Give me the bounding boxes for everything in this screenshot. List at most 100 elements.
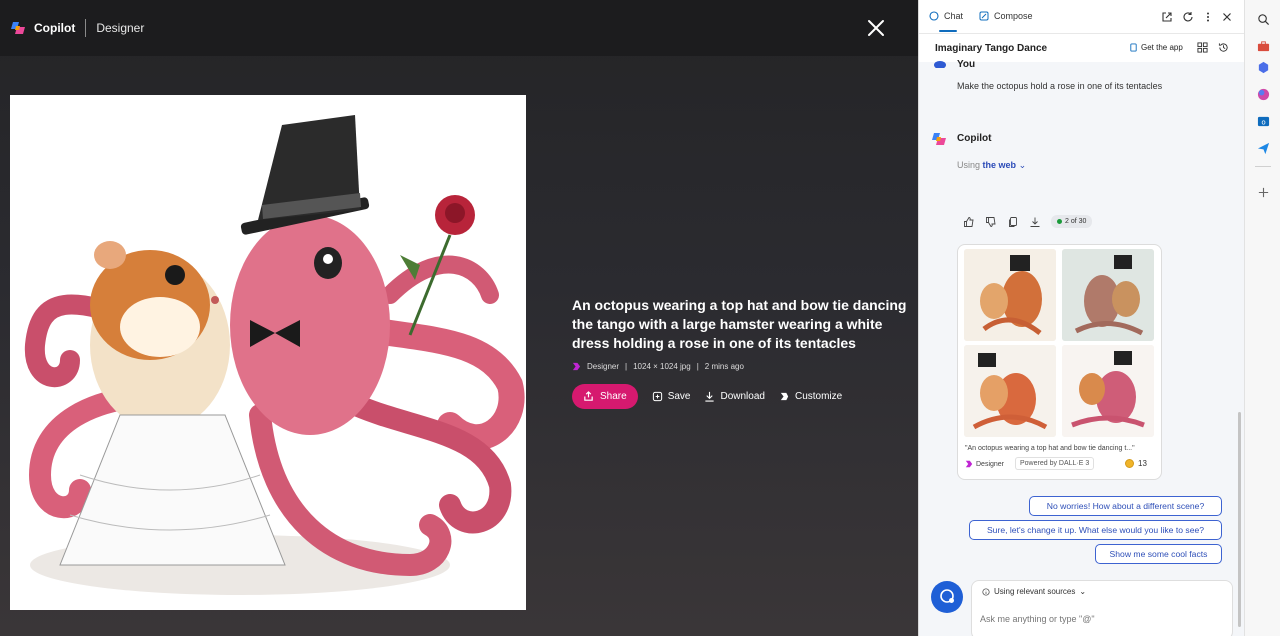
add-icon[interactable] bbox=[1257, 186, 1270, 199]
apps-grid-icon[interactable] bbox=[1197, 42, 1208, 53]
copilot-logo-icon bbox=[932, 133, 946, 145]
image-actions: Share Save Download Customize bbox=[572, 384, 842, 409]
share-button[interactable]: Share bbox=[572, 384, 638, 409]
thumbs-down-icon[interactable] bbox=[985, 216, 997, 228]
tab-chat-label: Chat bbox=[944, 11, 964, 21]
open-in-new-icon[interactable] bbox=[1161, 11, 1173, 23]
chat-thread: You Make the octopus hold a rose in one … bbox=[919, 59, 1244, 636]
download-icon bbox=[705, 391, 715, 402]
get-app-button[interactable]: Get the app bbox=[1129, 43, 1183, 52]
boost-coin-icon bbox=[1125, 459, 1134, 468]
suggestion-chip[interactable]: Show me some cool facts bbox=[1095, 544, 1222, 564]
thumbnail-image bbox=[1062, 249, 1154, 341]
save-icon bbox=[652, 391, 662, 402]
search-icon[interactable] bbox=[1257, 13, 1270, 26]
boost-count: 13 bbox=[1138, 459, 1147, 468]
image-meta: Designer | 1024 × 1024 jpg | 2 mins ago bbox=[572, 362, 744, 371]
sources-dropdown[interactable]: Using relevant sources ⌄ bbox=[982, 587, 1086, 596]
thumbnail-image bbox=[1062, 345, 1154, 437]
using-web-toggle[interactable]: Using the web ⌄ bbox=[957, 160, 1026, 171]
brand: Copilot Designer bbox=[10, 19, 144, 37]
tools-icon[interactable] bbox=[1257, 40, 1270, 53]
generated-image[interactable] bbox=[10, 95, 526, 610]
image-caption: An octopus wearing a top hat and bow tie… bbox=[572, 297, 907, 351]
viewer-header: Copilot Designer bbox=[0, 0, 918, 56]
meta-source: Designer bbox=[587, 362, 620, 371]
new-topic-button[interactable] bbox=[931, 581, 963, 613]
share-label: Share bbox=[600, 391, 627, 402]
copilot-logo-icon bbox=[11, 22, 25, 34]
user-avatar-icon bbox=[934, 61, 946, 68]
brand-divider bbox=[85, 19, 87, 37]
suggestion-chip[interactable]: No worries! How about a different scene? bbox=[1029, 496, 1222, 516]
product-name: Designer bbox=[96, 21, 145, 35]
tab-compose[interactable]: Compose bbox=[979, 11, 1033, 21]
suggestion-chip[interactable]: Sure, let's change it up. What else woul… bbox=[969, 520, 1222, 540]
sidebar-divider bbox=[1255, 166, 1271, 167]
powered-by-badge: Powered by DALL·E 3 bbox=[1015, 457, 1095, 470]
designer-link[interactable]: Designer bbox=[965, 460, 1004, 468]
response-count: 2 of 30 bbox=[1065, 218, 1087, 225]
compose-icon bbox=[979, 11, 989, 21]
chevron-down-icon: ⌄ bbox=[1079, 587, 1087, 596]
using-prefix: Using bbox=[957, 160, 981, 170]
user-message: Make the octopus hold a rose in one of i… bbox=[957, 81, 1163, 91]
browser-sidebar: o bbox=[1244, 0, 1280, 636]
download-label: Download bbox=[720, 391, 765, 402]
customize-icon bbox=[780, 392, 789, 401]
svg-text:o: o bbox=[1261, 117, 1265, 126]
meta-dimensions: 1024 × 1024 jpg bbox=[633, 362, 691, 371]
boost-counter: 13 bbox=[1125, 459, 1147, 468]
designer-viewer: Copilot Designer ‹ bbox=[0, 0, 918, 636]
customize-button[interactable]: Customize bbox=[779, 391, 842, 402]
sources-label: Using relevant sources bbox=[994, 587, 1076, 596]
close-icon[interactable] bbox=[1221, 11, 1233, 23]
thumbnail-image bbox=[964, 249, 1056, 341]
designer-label: Designer bbox=[976, 460, 1005, 468]
new-topic-icon bbox=[940, 589, 954, 603]
share-icon bbox=[584, 391, 593, 401]
more-options-icon[interactable] bbox=[1202, 11, 1214, 23]
image-thumbnail[interactable] bbox=[964, 345, 1056, 437]
info-icon bbox=[982, 587, 990, 596]
tab-compose-label: Compose bbox=[994, 11, 1033, 21]
history-icon[interactable] bbox=[1218, 42, 1229, 53]
chat-scrollbar[interactable] bbox=[1238, 412, 1241, 627]
save-button[interactable]: Save bbox=[652, 391, 691, 402]
brand-name: Copilot bbox=[34, 21, 76, 35]
designer-logo-icon bbox=[572, 362, 581, 371]
active-tab-indicator bbox=[939, 30, 957, 32]
close-icon[interactable] bbox=[864, 16, 888, 40]
copilot-icon[interactable] bbox=[1257, 88, 1270, 101]
compose-box: Using relevant sources ⌄ bbox=[971, 580, 1233, 636]
outlook-icon[interactable]: o bbox=[1257, 115, 1270, 128]
designer-logo-icon bbox=[965, 460, 973, 468]
card-caption: "An octopus wearing a top hat and bow ti… bbox=[965, 445, 1135, 452]
conversation-title: Imaginary Tango Dance bbox=[935, 43, 1048, 54]
copy-icon[interactable] bbox=[1007, 216, 1019, 228]
microsoft-365-icon[interactable] bbox=[1257, 61, 1270, 74]
refresh-icon[interactable] bbox=[1182, 11, 1194, 23]
download-icon[interactable] bbox=[1029, 216, 1041, 228]
user-name: You bbox=[957, 59, 976, 70]
tab-chat[interactable]: Chat bbox=[929, 11, 963, 21]
copilot-panel: Chat Compose Imaginary Tango Dance Get t… bbox=[918, 0, 1244, 636]
save-label: Save bbox=[667, 391, 691, 402]
image-result-card: "An octopus wearing a top hat and bow ti… bbox=[957, 244, 1162, 480]
octopus-hamster-illustration bbox=[10, 95, 526, 610]
using-web-link[interactable]: the web bbox=[983, 160, 1017, 170]
meta-age: 2 mins ago bbox=[704, 362, 744, 371]
meta-divider: | bbox=[696, 362, 699, 371]
customize-label: Customize bbox=[794, 391, 843, 402]
conversation-bar: Imaginary Tango Dance Get the app bbox=[919, 34, 1244, 62]
meta-divider: | bbox=[625, 362, 628, 371]
copilot-name: Copilot bbox=[957, 133, 992, 144]
ask-input[interactable] bbox=[980, 609, 1226, 629]
thumbs-up-icon[interactable] bbox=[963, 216, 975, 228]
image-thumbnail[interactable] bbox=[1062, 345, 1154, 437]
send-icon[interactable] bbox=[1257, 142, 1270, 155]
image-thumbnail[interactable] bbox=[1062, 249, 1154, 341]
response-counter: 2 of 30 bbox=[1051, 215, 1093, 228]
download-button[interactable]: Download bbox=[704, 391, 765, 402]
image-thumbnail[interactable] bbox=[964, 249, 1056, 341]
